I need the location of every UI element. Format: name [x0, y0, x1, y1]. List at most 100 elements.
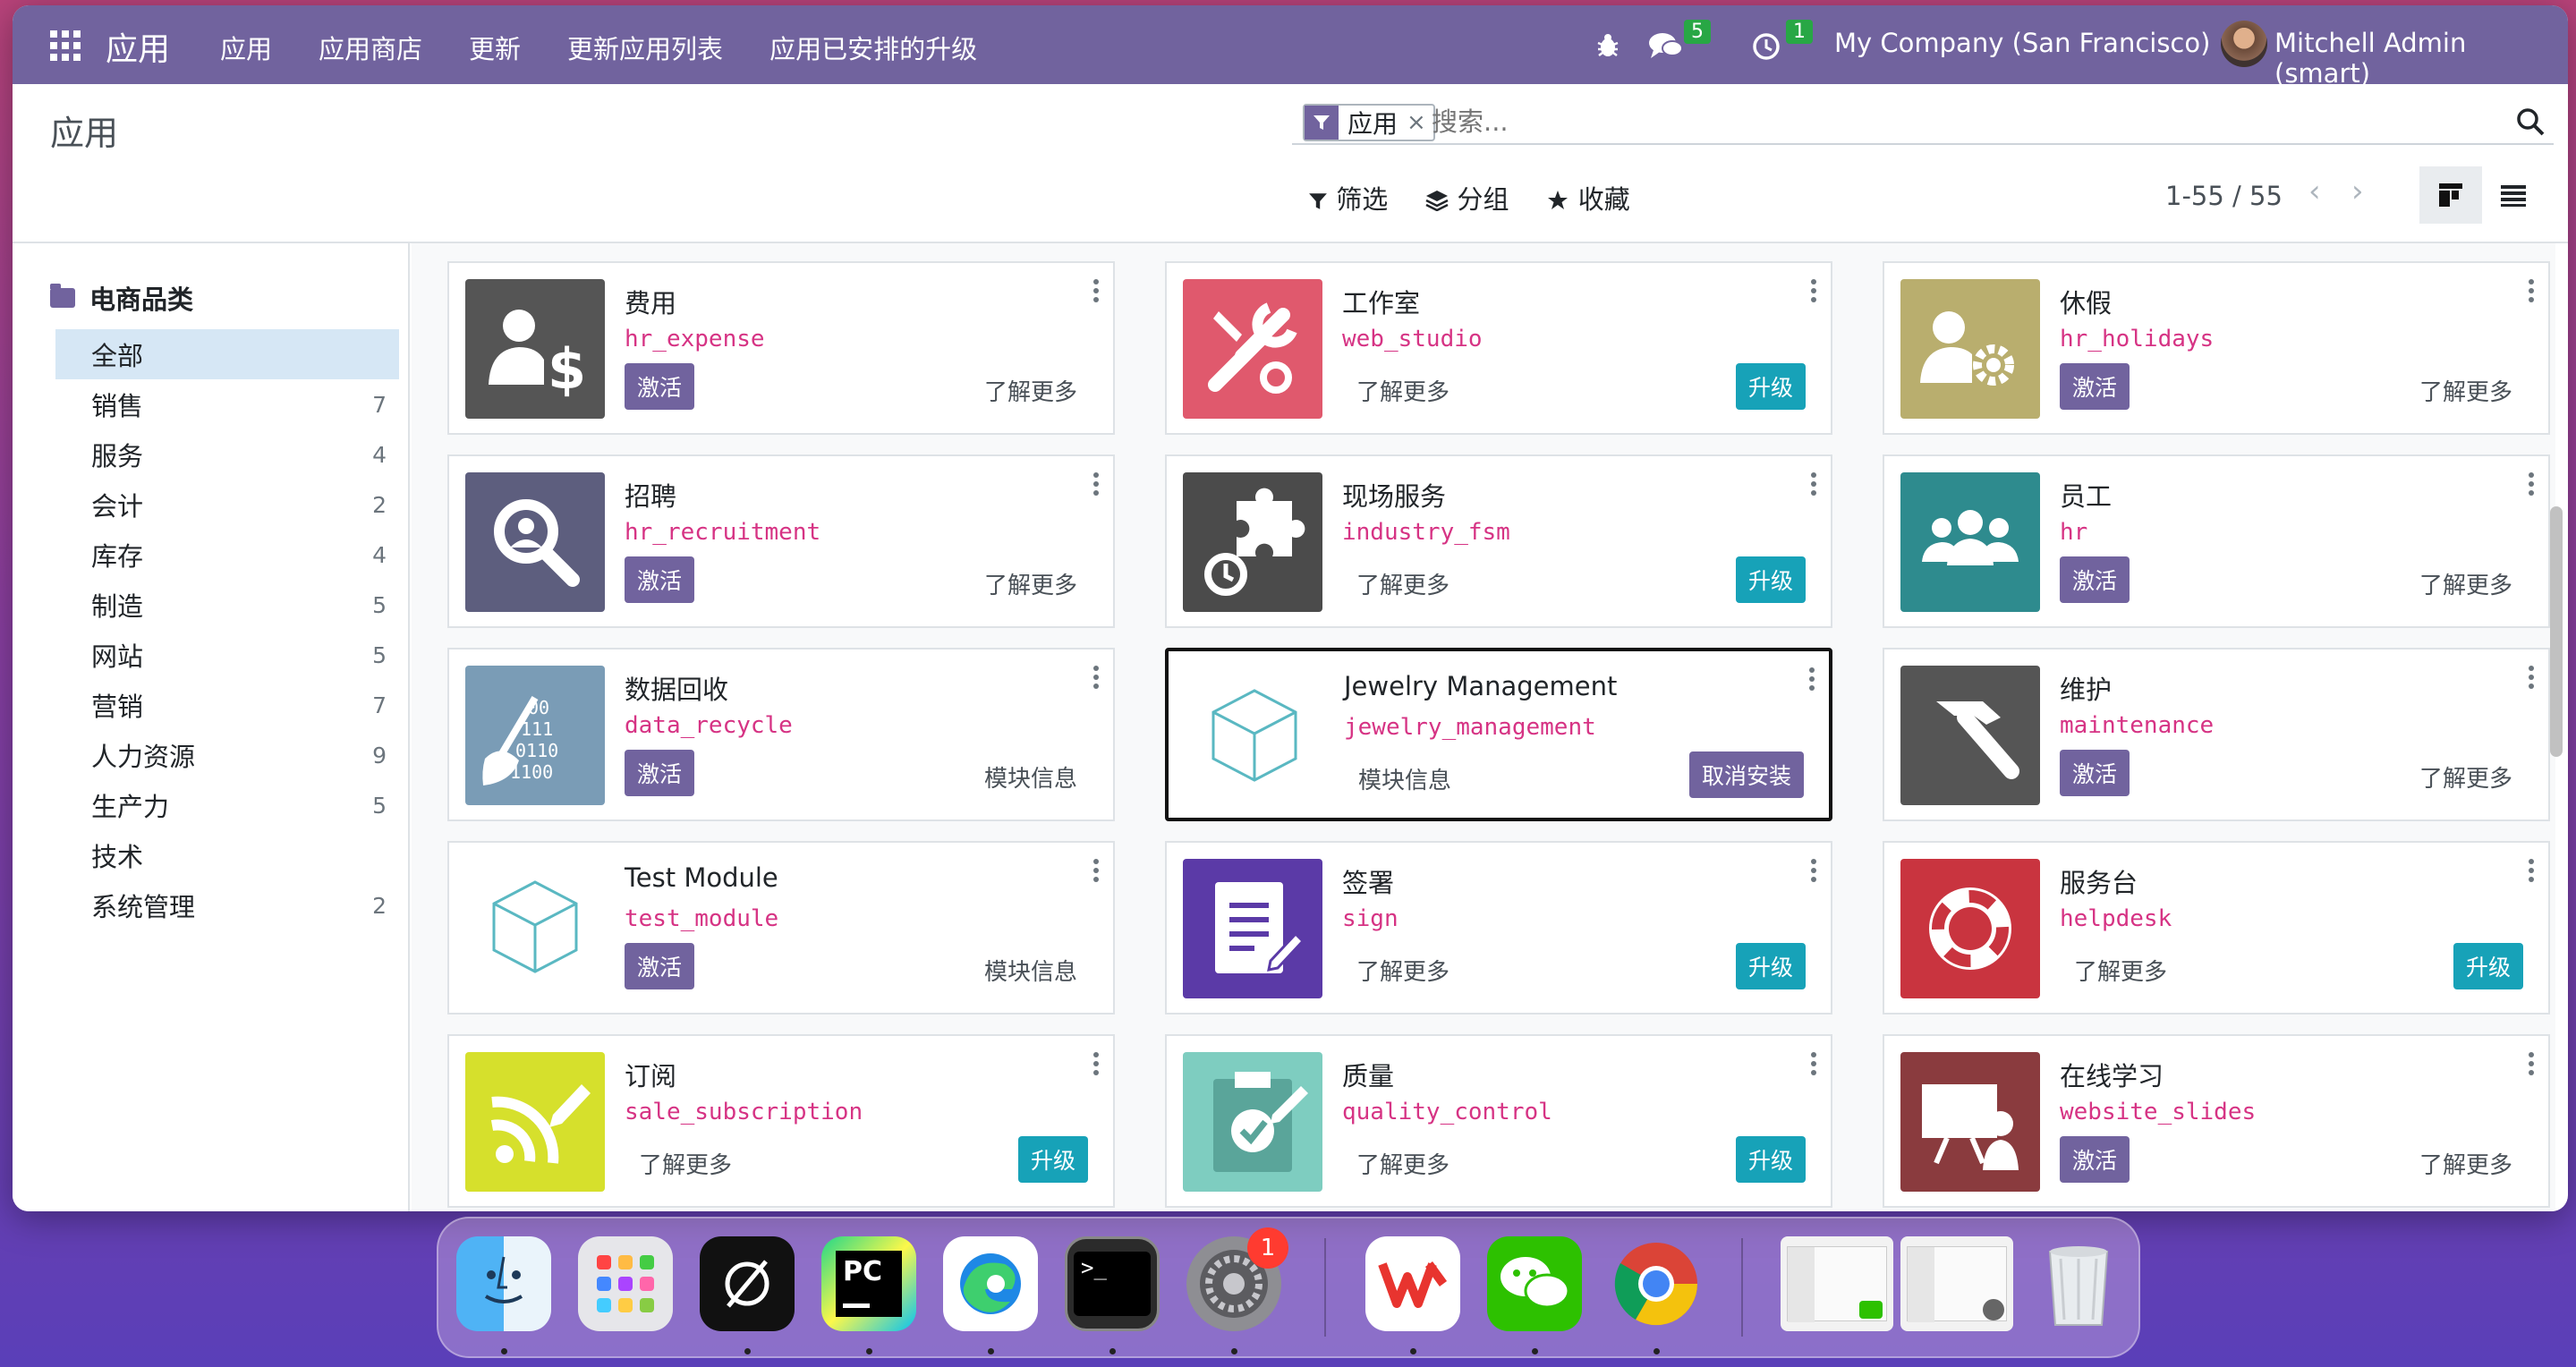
- wps-icon[interactable]: [1365, 1236, 1460, 1331]
- menu-item-scheduled-upgrades[interactable]: 应用已安排的升级: [769, 29, 977, 66]
- module-info-link[interactable]: 模块信息: [1358, 762, 1451, 795]
- upgrade-button[interactable]: 升级: [1735, 556, 1806, 603]
- card-menu-icon[interactable]: [1811, 1052, 1816, 1075]
- chrome-icon[interactable]: [1609, 1236, 1704, 1331]
- menu-item-app-store[interactable]: 应用商店: [319, 29, 422, 66]
- upgrade-button[interactable]: 升级: [1735, 363, 1806, 410]
- app-card[interactable]: 订阅 sale_subscription 升级 了解更多: [447, 1034, 1115, 1208]
- sidebar-item[interactable]: 系统管理 2: [55, 880, 399, 930]
- app-card[interactable]: 招聘 hr_recruitment 激活 了解更多: [447, 454, 1115, 628]
- sidebar-item[interactable]: 会计 2: [55, 480, 399, 530]
- search-icon[interactable]: [2514, 106, 2546, 138]
- card-menu-icon[interactable]: [1811, 279, 1816, 302]
- app-card[interactable]: 服务台 helpdesk 升级 了解更多: [1883, 841, 2550, 1015]
- card-menu-icon[interactable]: [2529, 1052, 2534, 1075]
- facet-remove-icon[interactable]: ×: [1407, 109, 1433, 136]
- learn-more-link[interactable]: 了解更多: [1356, 954, 1450, 987]
- groupby-dropdown[interactable]: 分组: [1425, 179, 1509, 217]
- card-menu-icon[interactable]: [2529, 859, 2534, 882]
- sidebar-item[interactable]: 销售 7: [55, 379, 399, 429]
- upgrade-button[interactable]: 升级: [1735, 943, 1806, 989]
- sidebar-item[interactable]: 技术: [55, 830, 399, 880]
- sidebar-item[interactable]: 营销 7: [55, 680, 399, 730]
- pager-next-icon[interactable]: ›: [2351, 174, 2364, 209]
- sidebar-item[interactable]: 库存 4: [55, 530, 399, 580]
- activate-button[interactable]: 激活: [2060, 363, 2130, 410]
- card-menu-icon[interactable]: [1093, 1052, 1099, 1075]
- upgrade-button[interactable]: 升级: [1017, 1136, 1088, 1183]
- cursor-icon[interactable]: [700, 1236, 795, 1331]
- upgrade-button[interactable]: 升级: [1735, 1136, 1806, 1183]
- pager-value[interactable]: 1-55 / 55: [2165, 181, 2283, 211]
- window-thumbnail-wechat[interactable]: [1781, 1236, 1893, 1331]
- app-brand[interactable]: 应用: [106, 23, 170, 70]
- learn-more-link[interactable]: 了解更多: [1356, 374, 1450, 407]
- app-card[interactable]: 00 111 0110 1100 数据回收 data_recycle 激活 模块信息: [447, 648, 1115, 821]
- learn-more-link[interactable]: 了解更多: [2074, 954, 2167, 987]
- trash-icon[interactable]: [2031, 1236, 2126, 1331]
- debug-bug-icon[interactable]: [1594, 32, 1621, 59]
- card-menu-icon[interactable]: [1093, 279, 1099, 302]
- app-card[interactable]: 工作室 web_studio 升级 了解更多: [1165, 261, 1832, 435]
- activate-button[interactable]: 激活: [625, 943, 695, 989]
- sidebar-item[interactable]: 网站 5: [55, 630, 399, 680]
- learn-more-link[interactable]: 了解更多: [2419, 374, 2512, 407]
- activate-button[interactable]: 激活: [2060, 1136, 2130, 1183]
- activate-button[interactable]: 激活: [2060, 750, 2130, 796]
- pycharm-icon[interactable]: PC: [821, 1236, 916, 1331]
- app-card[interactable]: 在线学习 website_slides 激活 了解更多: [1883, 1034, 2550, 1208]
- activate-button[interactable]: 激活: [2060, 556, 2130, 603]
- upgrade-button[interactable]: 升级: [2453, 943, 2523, 989]
- card-menu-icon[interactable]: [1809, 667, 1815, 691]
- app-card[interactable]: 现场服务 industry_fsm 升级 了解更多: [1165, 454, 1832, 628]
- app-card[interactable]: 签署 sign 升级 了解更多: [1165, 841, 1832, 1015]
- messages-icon[interactable]: [1648, 30, 1684, 61]
- learn-more-link[interactable]: 了解更多: [984, 567, 1077, 600]
- user-menu[interactable]: Mitchell Admin (smart): [2274, 28, 2568, 89]
- learn-more-link[interactable]: 了解更多: [2419, 760, 2512, 794]
- menu-item-update-list[interactable]: 更新应用列表: [567, 29, 723, 66]
- learn-more-link[interactable]: 了解更多: [639, 1147, 732, 1180]
- favorites-dropdown[interactable]: 收藏: [1546, 179, 1630, 217]
- menu-item-updates[interactable]: 更新: [469, 29, 521, 66]
- launchpad-icon[interactable]: [578, 1236, 673, 1331]
- learn-more-link[interactable]: 了解更多: [2419, 567, 2512, 600]
- window-thumbnail-settings[interactable]: [1900, 1236, 2013, 1331]
- app-card[interactable]: $ 费用 hr_expense 激活 了解更多: [447, 261, 1115, 435]
- activate-button[interactable]: 激活: [625, 363, 695, 410]
- app-card[interactable]: 员工 hr 激活 了解更多: [1883, 454, 2550, 628]
- card-menu-icon[interactable]: [2529, 472, 2534, 496]
- search-input[interactable]: [1432, 102, 2416, 141]
- finder-icon[interactable]: [456, 1236, 551, 1331]
- sidebar-item[interactable]: 服务 4: [55, 429, 399, 480]
- card-menu-icon[interactable]: [1811, 472, 1816, 496]
- uninstall-button[interactable]: 取消安装: [1688, 751, 1804, 798]
- app-card[interactable]: 质量 quality_control 升级 了解更多: [1165, 1034, 1832, 1208]
- learn-more-link[interactable]: 了解更多: [1356, 1147, 1450, 1180]
- kanban-view-button[interactable]: [2419, 166, 2482, 224]
- user-avatar[interactable]: [2221, 21, 2267, 67]
- card-menu-icon[interactable]: [1093, 666, 1099, 689]
- list-view-button[interactable]: [2482, 166, 2545, 224]
- learn-more-link[interactable]: 了解更多: [1356, 567, 1450, 600]
- app-grid-icon[interactable]: [50, 30, 81, 61]
- activity-clock-icon[interactable]: [1752, 32, 1781, 61]
- company-switcher[interactable]: My Company (San Francisco): [1834, 28, 2210, 58]
- scrollbar-thumb[interactable]: [2550, 506, 2563, 757]
- card-menu-icon[interactable]: [1093, 472, 1099, 496]
- sidebar-item[interactable]: 生产力 5: [55, 780, 399, 830]
- pager-previous-icon[interactable]: ‹: [2308, 174, 2321, 209]
- sidebar-item[interactable]: 全部: [55, 329, 399, 379]
- learn-more-link[interactable]: 了解更多: [984, 374, 1077, 407]
- terminal-icon[interactable]: >_: [1065, 1236, 1160, 1331]
- wechat-icon[interactable]: [1487, 1236, 1582, 1331]
- learn-more-link[interactable]: 了解更多: [2419, 1147, 2512, 1180]
- module-info-link[interactable]: 模块信息: [984, 954, 1077, 987]
- sidebar-item[interactable]: 人力资源 9: [55, 730, 399, 780]
- activate-button[interactable]: 激活: [625, 750, 695, 796]
- module-info-link[interactable]: 模块信息: [984, 760, 1077, 794]
- menu-item-apps[interactable]: 应用: [220, 29, 272, 66]
- activate-button[interactable]: 激活: [625, 556, 695, 603]
- card-menu-icon[interactable]: [1811, 859, 1816, 882]
- card-menu-icon[interactable]: [2529, 666, 2534, 689]
